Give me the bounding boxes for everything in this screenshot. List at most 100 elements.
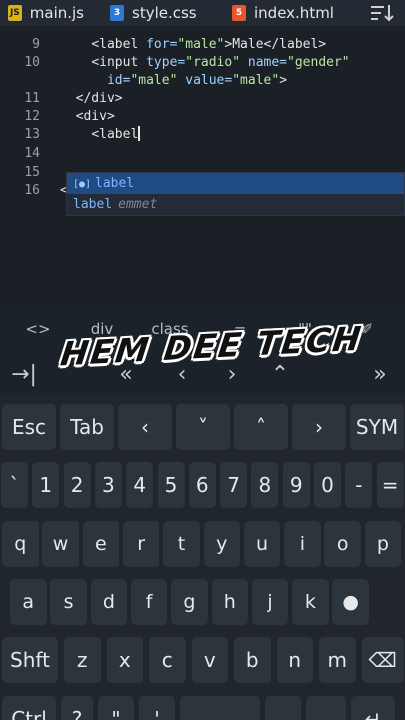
key-o[interactable]: o bbox=[324, 521, 361, 567]
code-token: > bbox=[279, 73, 288, 88]
key-q[interactable]: q bbox=[2, 521, 39, 567]
tab-label: main.js bbox=[29, 4, 84, 22]
double-left-icon[interactable]: « bbox=[108, 358, 144, 392]
right-icon[interactable]: › bbox=[214, 358, 250, 392]
code-text: <label for="male">Male</label> bbox=[60, 36, 326, 54]
backspace-key[interactable]: ⌫ bbox=[361, 637, 404, 683]
code-token: name= bbox=[247, 55, 288, 70]
key-r[interactable]: r bbox=[122, 521, 160, 567]
autocomplete-item[interactable]: label emmet bbox=[67, 194, 404, 215]
number-row-key-11[interactable]: - bbox=[345, 462, 373, 508]
code-editor[interactable]: 9 <label for="male">Male</label> 10 <inpu… bbox=[0, 26, 405, 306]
extra-keys-bar: <> div class = "" ✐ →| « ‹ › ⌃ » bbox=[0, 306, 405, 394]
key-m[interactable]: m bbox=[319, 637, 356, 683]
number-row-key-0[interactable]: ` bbox=[1, 462, 28, 508]
tab-label: index.html bbox=[254, 4, 334, 22]
sort-icon[interactable] bbox=[369, 2, 395, 24]
tab-main-js[interactable]: JS main.js bbox=[0, 0, 92, 26]
number-row-key-2[interactable]: 2 bbox=[63, 462, 91, 508]
key-b[interactable]: b bbox=[234, 637, 271, 683]
key-t[interactable]: t bbox=[163, 521, 200, 567]
key-i[interactable]: i bbox=[284, 521, 321, 567]
esc-key[interactable]: Esc bbox=[2, 404, 56, 450]
shift-key[interactable]: Shft bbox=[2, 637, 58, 683]
css-file-icon: 3 bbox=[110, 5, 124, 21]
number-row-key-5[interactable]: 5 bbox=[157, 462, 185, 508]
right-arrow-key[interactable]: › bbox=[292, 404, 346, 450]
number-row-key-3[interactable]: 3 bbox=[94, 462, 122, 508]
code-token: "gender" bbox=[287, 55, 350, 70]
tab-index-html[interactable]: 5 index.html bbox=[212, 0, 354, 26]
angle-brackets-key[interactable]: <> bbox=[20, 314, 56, 344]
key-u[interactable]: u bbox=[243, 521, 281, 567]
code-token: <div> bbox=[75, 109, 115, 124]
number-row-key-4[interactable]: 4 bbox=[126, 462, 154, 508]
tab-indent-icon[interactable]: →| bbox=[6, 358, 42, 392]
code-line: 14 bbox=[0, 145, 405, 163]
key-l[interactable]: ● bbox=[332, 579, 369, 625]
div-key[interactable]: div bbox=[80, 314, 124, 344]
key-p[interactable]: p bbox=[364, 521, 402, 567]
key-z[interactable]: z bbox=[64, 637, 101, 683]
left-arrow-key[interactable]: ‹ bbox=[118, 404, 172, 450]
autocomplete-item[interactable]: [●] label bbox=[67, 173, 404, 194]
apostrophe-key[interactable]: ' bbox=[139, 696, 175, 720]
code-token: type= bbox=[146, 55, 186, 70]
tab-bar: JS main.js 3 style.css 5 index.html bbox=[0, 0, 405, 26]
up-arrow-key[interactable]: ˄ bbox=[234, 404, 288, 450]
tab-key[interactable]: Tab bbox=[60, 404, 114, 450]
number-row-key-8[interactable]: 8 bbox=[251, 462, 279, 508]
number-row-key-7[interactable]: 7 bbox=[220, 462, 248, 508]
double-right-icon[interactable]: » bbox=[362, 358, 398, 392]
line-number: 11 bbox=[24, 91, 40, 106]
key-x[interactable]: x bbox=[106, 637, 143, 683]
line-number: 9 bbox=[32, 37, 40, 52]
code-token: <label bbox=[91, 37, 147, 52]
quotes-key[interactable]: "" bbox=[288, 314, 322, 344]
number-row-key-9[interactable]: 9 bbox=[282, 462, 310, 508]
code-line: 12 <div> bbox=[0, 108, 405, 126]
key-j[interactable]: j bbox=[251, 579, 289, 625]
key-y[interactable]: y bbox=[203, 521, 240, 567]
equals-key[interactable]: = bbox=[226, 314, 254, 344]
class-key[interactable]: class bbox=[140, 314, 200, 344]
down-arrow-key[interactable]: ˅ bbox=[176, 404, 230, 450]
code-line: 13 <label bbox=[0, 126, 405, 144]
number-row-key-6[interactable]: 6 bbox=[188, 462, 216, 508]
comma-key[interactable]: , bbox=[306, 696, 346, 720]
code-text: </div> bbox=[60, 90, 123, 108]
key-h[interactable]: h bbox=[211, 579, 248, 625]
space-key[interactable] bbox=[180, 696, 260, 720]
enter-key[interactable]: ↵ bbox=[351, 696, 395, 720]
key-g[interactable]: g bbox=[171, 579, 208, 625]
code-token: "male" bbox=[232, 73, 280, 88]
line-number: 12 bbox=[24, 109, 40, 124]
sym-key[interactable]: SYM bbox=[350, 404, 404, 450]
key-s[interactable]: s bbox=[50, 579, 87, 625]
key-d[interactable]: d bbox=[90, 579, 128, 625]
key-n[interactable]: n bbox=[276, 637, 313, 683]
key-c[interactable]: c bbox=[149, 637, 186, 683]
double-quote-key[interactable]: " bbox=[98, 696, 134, 720]
ctrl-key[interactable]: Ctrl bbox=[2, 696, 56, 720]
key-v[interactable]: v bbox=[191, 637, 228, 683]
key-a[interactable]: a bbox=[10, 579, 47, 625]
left-icon[interactable]: ‹ bbox=[164, 358, 200, 392]
up-icon[interactable]: ⌃ bbox=[262, 358, 298, 392]
cursor-tool-icon[interactable]: ✐ bbox=[350, 314, 384, 344]
on-screen-keyboard: Esc Tab ‹ ˅ ˄ › SYM ` 1 2 3 4 5 6 7 8 9 0- = q w e r t y u i o p a s d f… bbox=[0, 394, 405, 720]
code-token: <label bbox=[91, 127, 139, 142]
key-w[interactable]: w bbox=[42, 521, 79, 567]
code-text: id="male" value="male"> bbox=[60, 72, 287, 90]
code-token: id= bbox=[106, 73, 131, 88]
key-f[interactable]: f bbox=[130, 579, 168, 625]
key-k[interactable]: k bbox=[292, 579, 329, 625]
number-row-key-1[interactable]: 1 bbox=[32, 462, 60, 508]
space-key-2[interactable] bbox=[265, 696, 301, 720]
number-row-key-10[interactable]: 0 bbox=[314, 462, 341, 508]
number-row-key-12[interactable]: = bbox=[376, 462, 404, 508]
question-key[interactable]: ? bbox=[61, 696, 93, 720]
tab-style-css[interactable]: 3 style.css bbox=[92, 0, 212, 26]
key-e[interactable]: e bbox=[82, 521, 120, 567]
